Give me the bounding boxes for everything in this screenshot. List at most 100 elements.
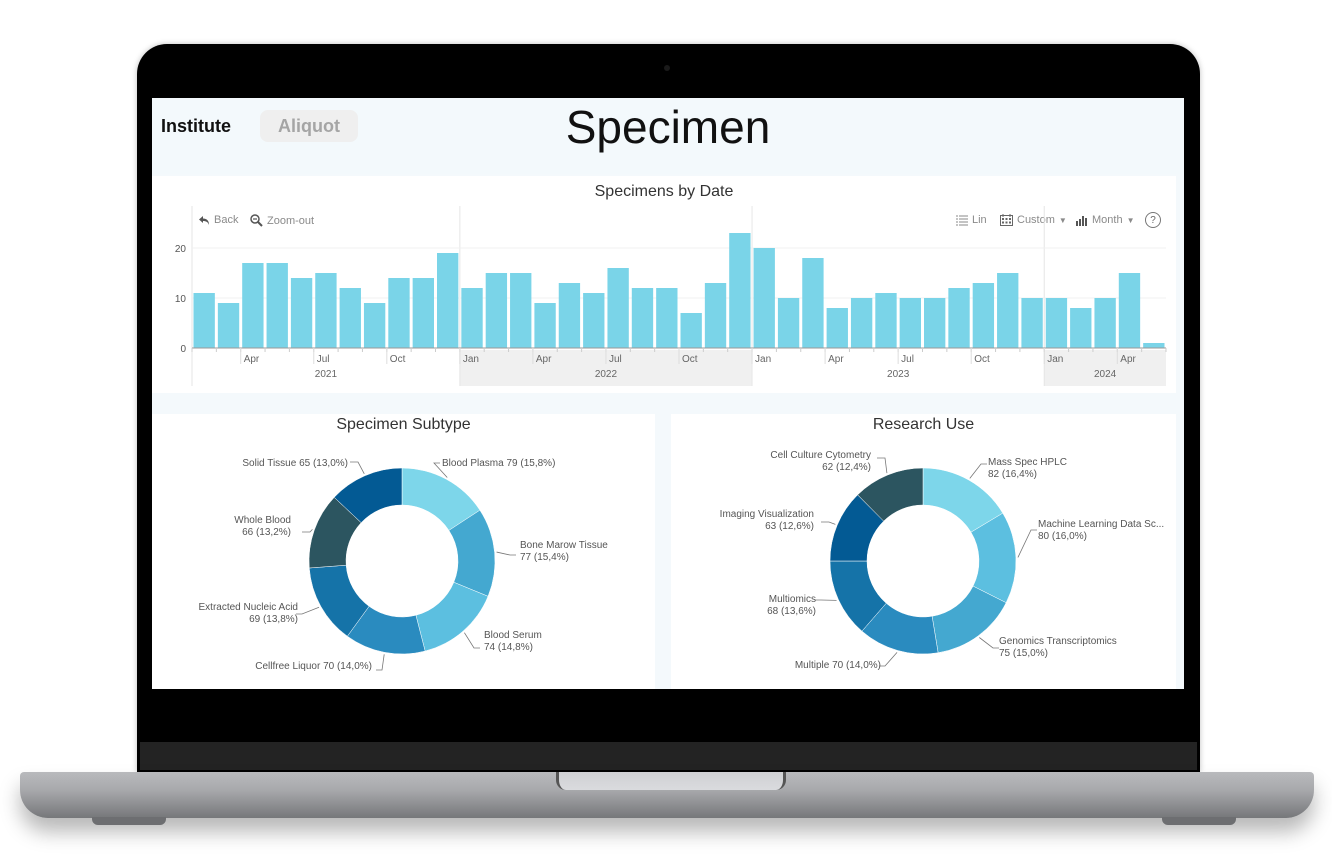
- bar: [972, 283, 995, 348]
- bar: [899, 298, 921, 348]
- bar: [777, 298, 800, 348]
- bar: [850, 298, 873, 348]
- leader-line: [296, 606, 320, 615]
- bar: [412, 278, 434, 348]
- month-label: Jul: [609, 354, 622, 365]
- year-label: 2021: [315, 369, 338, 380]
- laptop-chin: [140, 742, 1197, 770]
- bar: [534, 303, 556, 348]
- month-label: Oct: [682, 354, 698, 365]
- bar: [875, 293, 897, 348]
- bar: [924, 298, 946, 348]
- slice-label: Extracted Nucleic Acid: [199, 602, 299, 613]
- specimen-subtype-donut: Blood Plasma 79 (15,8%) Bone Marow Tissue…: [199, 458, 609, 672]
- year-label: 2022: [595, 369, 618, 380]
- month-label: Jan: [1047, 354, 1063, 365]
- leader-line: [302, 529, 313, 533]
- leader-line: [979, 637, 999, 649]
- bar: [461, 288, 483, 348]
- bar: [826, 308, 848, 348]
- slice-label: Blood Serum: [484, 630, 542, 641]
- bar: [315, 273, 337, 348]
- leader-line: [879, 652, 898, 667]
- bar: [242, 263, 264, 348]
- leader-line: [1017, 529, 1037, 558]
- leader-line: [877, 457, 888, 474]
- slice-value: 82 (16,4%): [988, 469, 1037, 480]
- bar: [729, 233, 751, 348]
- bar: [510, 273, 532, 348]
- bar: [1021, 298, 1043, 348]
- slice-label: Multiple 70 (14,0%): [795, 660, 881, 671]
- research-use-donut: Mass Spec HPLC82 (16,4%) Machine Learning…: [720, 450, 1165, 671]
- bar: [1045, 298, 1068, 348]
- slice-label: Whole Blood: [234, 515, 291, 526]
- donut-slice: [415, 581, 489, 652]
- leader-line: [821, 521, 836, 525]
- month-label: Apr: [828, 354, 844, 365]
- bar: [583, 293, 605, 348]
- leader-line: [969, 463, 987, 479]
- month-label: Jul: [317, 354, 330, 365]
- specimens-by-date-panel: Specimens by Date Back Zoom-out Lin Cust…: [152, 176, 1176, 393]
- y-tick-label: 20: [175, 244, 187, 255]
- leader-line: [496, 551, 516, 556]
- bar: [1143, 343, 1165, 348]
- bar: [1094, 298, 1116, 348]
- bar: [997, 273, 1019, 348]
- dashboard-screen: Institute Aliquot Specimen Specimens by …: [152, 98, 1184, 689]
- month-label: Apr: [1120, 354, 1136, 365]
- leader-line: [464, 632, 480, 649]
- bar: [193, 293, 215, 348]
- slice-label: Bone Marow Tissue: [520, 540, 608, 551]
- slice-value: 80 (16,0%): [1038, 531, 1087, 542]
- y-tick-label: 0: [180, 344, 186, 355]
- bar: [437, 253, 459, 348]
- bar: [558, 283, 581, 348]
- bar: [704, 283, 727, 348]
- month-label: Apr: [536, 354, 552, 365]
- bar: [656, 288, 678, 348]
- leader-line: [376, 654, 385, 671]
- bar: [631, 288, 654, 348]
- research-use-panel: Research Use Mass Spec HPLC 82 (16,4%) Mac…: [671, 414, 1176, 689]
- specimen-subtype-panel: Specimen Subtype Blood Plasma 79 (15,8%)…: [152, 414, 655, 689]
- bar: [290, 278, 313, 348]
- laptop-foot: [1162, 817, 1236, 825]
- month-label: Jan: [463, 354, 479, 365]
- slice-label: Imaging Visualization: [720, 509, 814, 520]
- bar: [339, 288, 361, 348]
- slice-value: 74 (14,8%): [484, 642, 533, 653]
- bar: [388, 278, 410, 348]
- bar: [948, 288, 970, 348]
- bar: [802, 258, 824, 348]
- month-label: Jul: [901, 354, 914, 365]
- month-label: Oct: [974, 354, 990, 365]
- slice-value: 63 (12,6%): [765, 521, 814, 532]
- bar: [266, 263, 288, 348]
- bar: [1118, 273, 1141, 348]
- bar: [363, 303, 386, 348]
- slice-label: Machine Learning Data Sc...: [1038, 519, 1164, 530]
- bar: [680, 313, 702, 348]
- bar: [485, 273, 508, 348]
- slice-label: Cell Culture Cytometry: [770, 450, 871, 461]
- slice-value: 62 (12,4%): [822, 462, 871, 473]
- slice-label: Mass Spec HPLC: [988, 457, 1067, 468]
- page-title: Specimen: [565, 101, 771, 153]
- year-label: 2023: [887, 369, 910, 380]
- slice-label: Cellfree Liquor 70 (14,0%): [255, 661, 372, 672]
- month-label: Jan: [755, 354, 771, 365]
- top-bar: Institute Aliquot Specimen: [152, 98, 1184, 174]
- month-label: Oct: [390, 354, 406, 365]
- slice-value: 69 (13,8%): [249, 614, 298, 625]
- bar: [753, 248, 775, 348]
- y-tick-label: 10: [175, 294, 187, 305]
- bar: [1070, 308, 1092, 348]
- leader-line: [350, 461, 365, 475]
- bar: [217, 303, 240, 348]
- laptop-notch: [556, 772, 786, 790]
- slice-value: 68 (13,6%): [767, 606, 816, 617]
- camera-icon: [664, 65, 670, 71]
- slice-value: 66 (13,2%): [242, 527, 291, 538]
